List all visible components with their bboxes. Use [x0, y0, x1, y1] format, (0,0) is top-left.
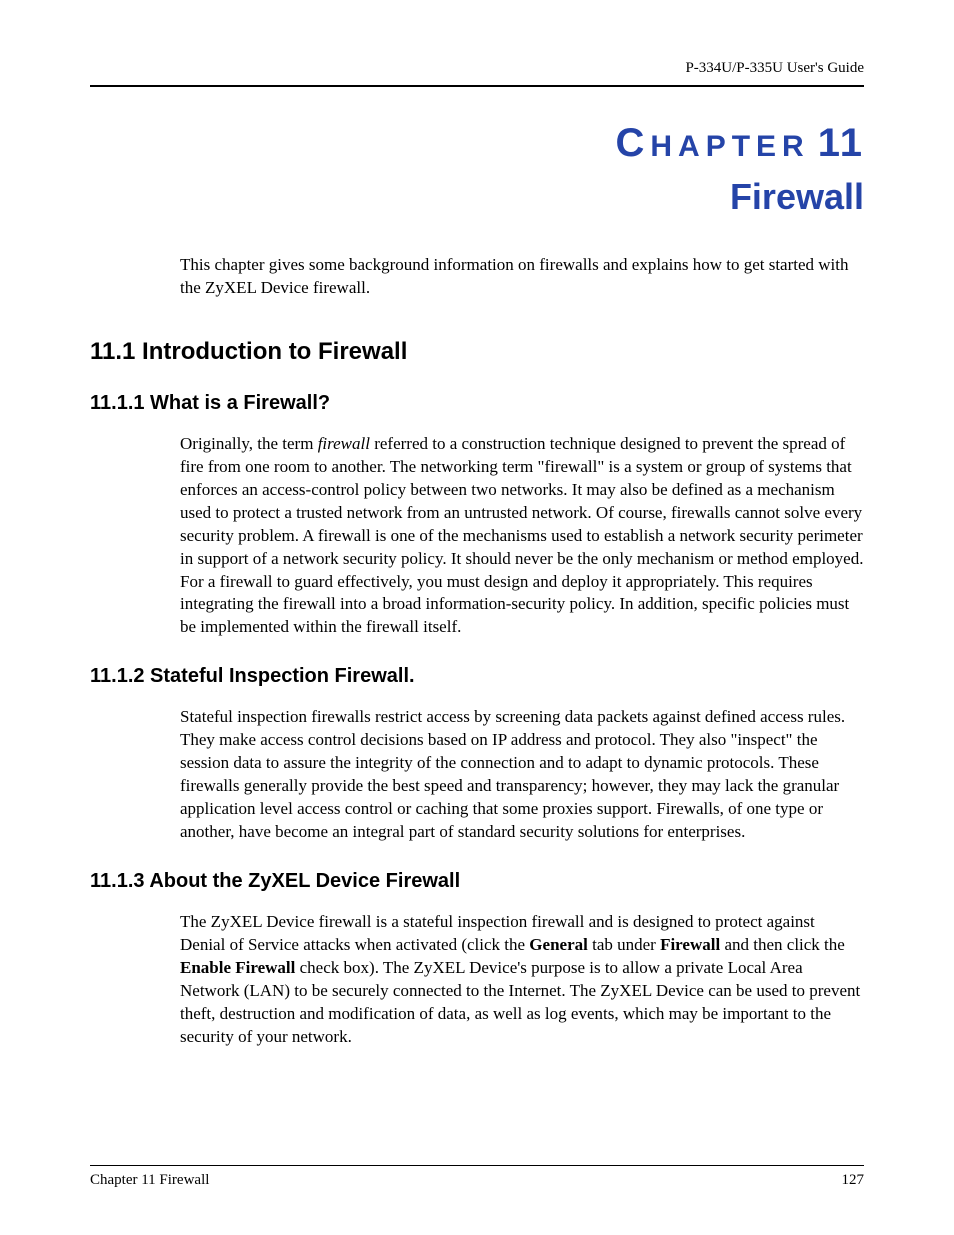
section-heading-11-1: 11.1 Introduction to Firewall	[90, 338, 864, 366]
guide-title: P-334U/P-335U User's Guide	[685, 60, 864, 76]
chapter-heading-block: CHAPTER 11 Firewall	[90, 121, 864, 218]
section-heading-11-1-1: 11.1.1 What is a Firewall?	[90, 392, 864, 415]
text-run: and then click the	[720, 935, 845, 954]
bold-enable-firewall: Enable Firewall	[180, 958, 295, 977]
emphasis-firewall: firewall	[318, 434, 370, 453]
section-heading-11-1-2: 11.1.2 Stateful Inspection Firewall.	[90, 665, 864, 688]
footer-chapter-ref: Chapter 11 Firewall	[90, 1172, 209, 1189]
chapter-intro: This chapter gives some background infor…	[180, 254, 864, 300]
text-run: Originally, the term	[180, 434, 318, 453]
section-heading-11-1-3: 11.1.3 About the ZyXEL Device Firewall	[90, 870, 864, 893]
paragraph-11-1-1: Originally, the term firewall referred t…	[180, 433, 864, 639]
paragraph-11-1-2: Stateful inspection firewalls restrict a…	[180, 706, 864, 844]
bold-general: General	[529, 935, 588, 954]
page-footer: Chapter 11 Firewall 127	[90, 1165, 864, 1189]
chapter-title: Firewall	[90, 176, 864, 218]
chapter-label: CHAPTER 11	[90, 121, 864, 166]
chapter-label-cap: C	[615, 121, 650, 165]
text-run: referred to a construction technique des…	[180, 434, 863, 637]
text-run: tab under	[588, 935, 660, 954]
chapter-number: 11	[818, 121, 864, 165]
chapter-label-rest: HAPTER	[650, 130, 809, 163]
page-number: 127	[842, 1172, 865, 1189]
paragraph-11-1-3: The ZyXEL Device firewall is a stateful …	[180, 911, 864, 1049]
page-header: P-334U/P-335U User's Guide	[90, 60, 864, 87]
bold-firewall: Firewall	[660, 935, 720, 954]
